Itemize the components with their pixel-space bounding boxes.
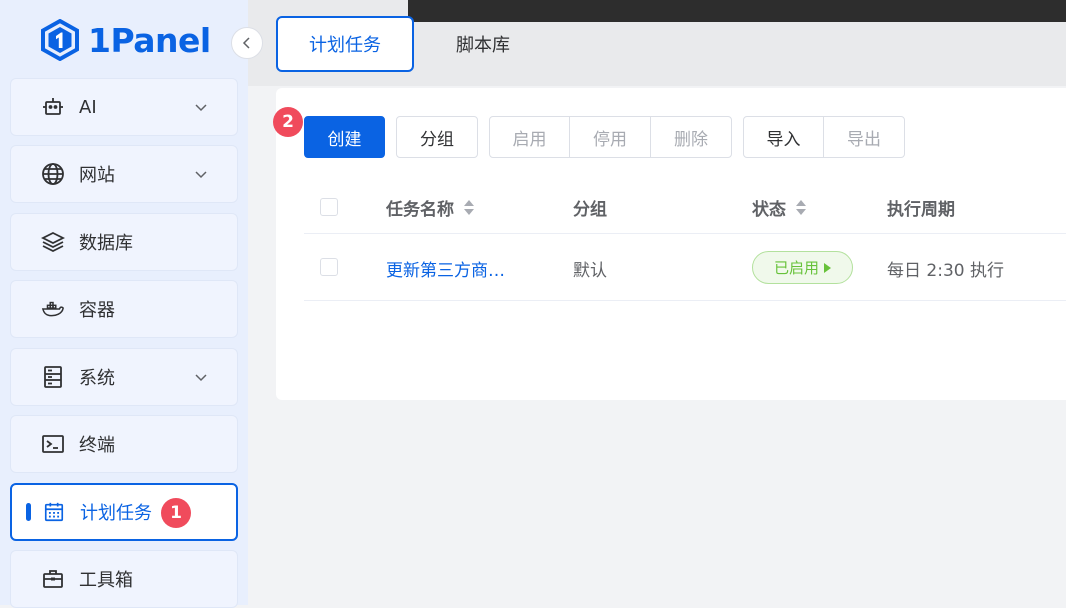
logo-text: 1Panel [88, 20, 211, 60]
table-divider [304, 300, 1066, 301]
column-header-label: 任务名称 [386, 200, 454, 220]
sidebar-item-database[interactable]: 数据库 [10, 213, 238, 271]
chevron-down-icon [195, 104, 207, 112]
export-button[interactable]: 导出 [823, 116, 905, 158]
sidebar-item-label: 容器 [79, 300, 115, 321]
chevron-left-icon [242, 37, 250, 49]
sidebar-item-label: 计划任务 [80, 503, 152, 524]
table-divider [304, 233, 1066, 234]
sidebar-item-cron-jobs[interactable]: 计划任务 [10, 483, 238, 541]
group-button[interactable]: 分组 [396, 116, 478, 158]
collapse-sidebar-button[interactable] [231, 27, 263, 59]
task-group: 默认 [573, 261, 607, 281]
sidebar-item-label: 系统 [79, 368, 115, 389]
chevron-down-icon [195, 374, 207, 382]
column-header-group: 分组 [573, 195, 607, 220]
chevron-down-icon [195, 171, 207, 179]
app-logo[interactable]: 1Panel [40, 18, 211, 62]
tab-script-library[interactable]: 脚本库 [414, 16, 552, 72]
globe-icon [41, 162, 65, 186]
delete-button[interactable]: 删除 [650, 116, 732, 158]
sort-icon[interactable] [796, 200, 806, 215]
docker-whale-icon [41, 297, 65, 321]
sidebar-item-label: 网站 [79, 165, 115, 186]
sidebar-item-label: 数据库 [79, 233, 133, 254]
row-checkbox[interactable] [320, 258, 338, 276]
sidebar-item-label: 工具箱 [79, 570, 133, 591]
sidebar-item-container[interactable]: 容器 [10, 280, 238, 338]
active-indicator [26, 503, 31, 521]
step-badge: 2 [273, 107, 303, 137]
logo-hexagon-icon [41, 19, 79, 61]
column-header-status[interactable]: 状态 [752, 195, 806, 220]
sidebar-item-system[interactable]: 系统 [10, 348, 238, 406]
status-badge[interactable]: 已启用 [752, 251, 853, 284]
status-label: 已启用 [773, 259, 819, 277]
sidebar-item-label: AI [79, 96, 97, 118]
select-all-checkbox[interactable] [320, 198, 338, 216]
sidebar-item-terminal[interactable]: 终端 [10, 415, 238, 473]
sidebar-item-ai[interactable]: AI [10, 78, 238, 136]
server-icon [41, 365, 65, 389]
calendar-icon [42, 500, 66, 524]
enable-button[interactable]: 启用 [489, 116, 570, 158]
task-name-link[interactable]: 更新第三方商… [386, 256, 505, 281]
column-header-label: 分组 [573, 200, 607, 220]
column-header-label: 执行周期 [887, 200, 955, 220]
column-header-schedule: 执行周期 [887, 195, 955, 220]
robot-icon [41, 95, 65, 119]
terminal-icon [41, 432, 65, 456]
tab-cron-jobs[interactable]: 计划任务 [276, 16, 414, 72]
disable-button[interactable]: 停用 [569, 116, 651, 158]
sort-icon[interactable] [464, 200, 474, 215]
layers-icon [41, 230, 65, 254]
sidebar-item-toolbox[interactable]: 工具箱 [10, 550, 238, 608]
import-button[interactable]: 导入 [743, 116, 824, 158]
sidebar-item-website[interactable]: 网站 [10, 145, 238, 203]
task-schedule: 每日 2:30 执行 [887, 261, 1004, 281]
column-header-task-name[interactable]: 任务名称 [386, 195, 474, 220]
toolbox-icon [41, 567, 65, 591]
play-icon [824, 262, 831, 273]
sidebar-item-label: 终端 [79, 435, 115, 456]
column-header-label: 状态 [752, 200, 786, 220]
create-button[interactable]: 创建 [304, 116, 385, 158]
step-badge: 1 [161, 498, 191, 528]
